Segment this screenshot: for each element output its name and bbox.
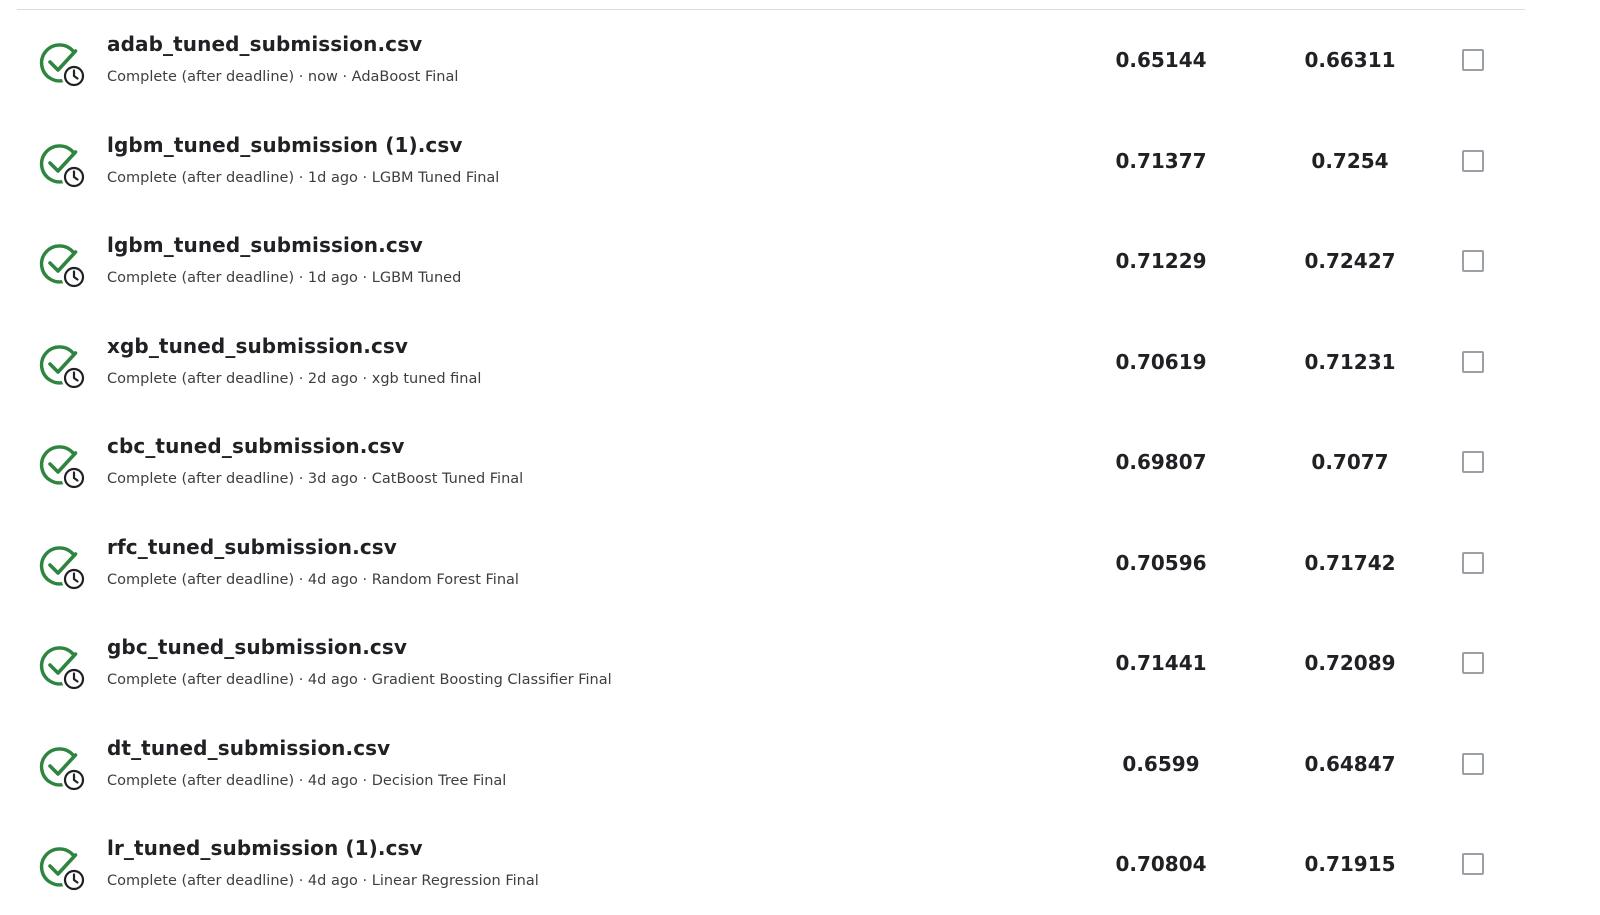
submission-file-name[interactable]: cbc_tuned_submission.csv (107, 434, 405, 458)
submission-meta: Complete (after deadline) · 4d ago · Dec… (107, 772, 507, 789)
public-score: 0.72427 (1304, 249, 1396, 273)
submission-list: adab_tuned_submission.csv Complete (afte… (0, 10, 1600, 915)
private-score: 0.71229 (1115, 249, 1207, 273)
public-score: 0.71742 (1304, 550, 1396, 575)
select-submission-checkbox[interactable] (1462, 250, 1484, 272)
submission-row: lr_tuned_submission (1).csv Complete (af… (0, 814, 1600, 915)
submission-row: dt_tuned_submission.csv Complete (after … (0, 714, 1600, 815)
submission-row: gbc_tuned_submission.csv Complete (after… (0, 613, 1600, 714)
public-score: 0.71915 (1304, 852, 1396, 876)
submission-meta: Complete (after deadline) · 2d ago · xgb… (107, 370, 482, 387)
private-score: 0.65144 (1115, 48, 1207, 72)
check-with-clock-icon (38, 844, 88, 894)
select-submission-checkbox[interactable] (1462, 149, 1484, 172)
submission-meta: Complete (after deadline) · 3d ago · Cat… (107, 471, 524, 487)
public-score: 0.72089 (1304, 651, 1396, 675)
select-submission-checkbox[interactable] (1462, 652, 1484, 674)
submission-meta: Complete (after deadline) · 4d ago · Gra… (107, 672, 612, 688)
select-submission-checkbox[interactable] (1462, 853, 1484, 875)
private-score: 0.69807 (1115, 450, 1207, 474)
submission-file-name[interactable]: adab_tuned_submission.csv (107, 32, 422, 56)
submission-file-name[interactable]: gbc_tuned_submission.csv (107, 635, 407, 659)
submission-file-name[interactable]: dt_tuned_submission.csv (107, 736, 390, 760)
submission-row: xgb_tuned_submission.csv Complete (after… (0, 312, 1600, 413)
check-with-clock-icon (38, 643, 88, 693)
check-with-clock-icon (38, 141, 88, 191)
submission-file-name[interactable]: lr_tuned_submission (1).csv (107, 836, 423, 860)
private-score: 0.70596 (1115, 550, 1207, 575)
private-score: 0.71377 (1115, 148, 1207, 173)
submission-row: rfc_tuned_submission.csv Complete (after… (0, 513, 1600, 614)
submission-meta: Complete (after deadline) · now · AdaBoo… (107, 69, 459, 85)
public-score: 0.7077 (1311, 450, 1389, 474)
public-score: 0.7254 (1311, 148, 1389, 173)
submission-meta: Complete (after deadline) · 1d ago · LGB… (107, 169, 500, 186)
submission-file-name[interactable]: rfc_tuned_submission.csv (107, 535, 397, 559)
submission-row: lgbm_tuned_submission.csv Complete (afte… (0, 211, 1600, 312)
submission-file-name[interactable]: xgb_tuned_submission.csv (107, 334, 408, 358)
check-with-clock-icon (38, 744, 88, 794)
private-score: 0.70619 (1115, 349, 1207, 374)
select-submission-checkbox[interactable] (1462, 551, 1484, 574)
public-score: 0.71231 (1304, 349, 1396, 374)
submission-file-name[interactable]: lgbm_tuned_submission.csv (107, 233, 423, 257)
public-score: 0.66311 (1304, 48, 1396, 72)
check-with-clock-icon (38, 241, 88, 291)
check-with-clock-icon (38, 543, 88, 593)
private-score: 0.71441 (1115, 651, 1207, 675)
private-score: 0.6599 (1122, 751, 1200, 776)
check-with-clock-icon (38, 342, 88, 392)
submission-meta: Complete (after deadline) · 4d ago · Lin… (107, 873, 539, 889)
select-submission-checkbox[interactable] (1462, 752, 1484, 775)
check-with-clock-icon (38, 40, 88, 90)
private-score: 0.70804 (1115, 852, 1207, 876)
submission-row: lgbm_tuned_submission (1).csv Complete (… (0, 111, 1600, 212)
public-score: 0.64847 (1304, 751, 1396, 776)
select-submission-checkbox[interactable] (1462, 350, 1484, 373)
submission-meta: Complete (after deadline) · 4d ago · Ran… (107, 571, 519, 588)
submission-file-name[interactable]: lgbm_tuned_submission (1).csv (107, 133, 463, 157)
select-submission-checkbox[interactable] (1462, 49, 1484, 71)
submission-row: adab_tuned_submission.csv Complete (afte… (0, 10, 1600, 111)
submission-row: cbc_tuned_submission.csv Complete (after… (0, 412, 1600, 513)
check-with-clock-icon (38, 442, 88, 492)
submission-meta: Complete (after deadline) · 1d ago · LGB… (107, 270, 462, 286)
select-submission-checkbox[interactable] (1462, 451, 1484, 473)
